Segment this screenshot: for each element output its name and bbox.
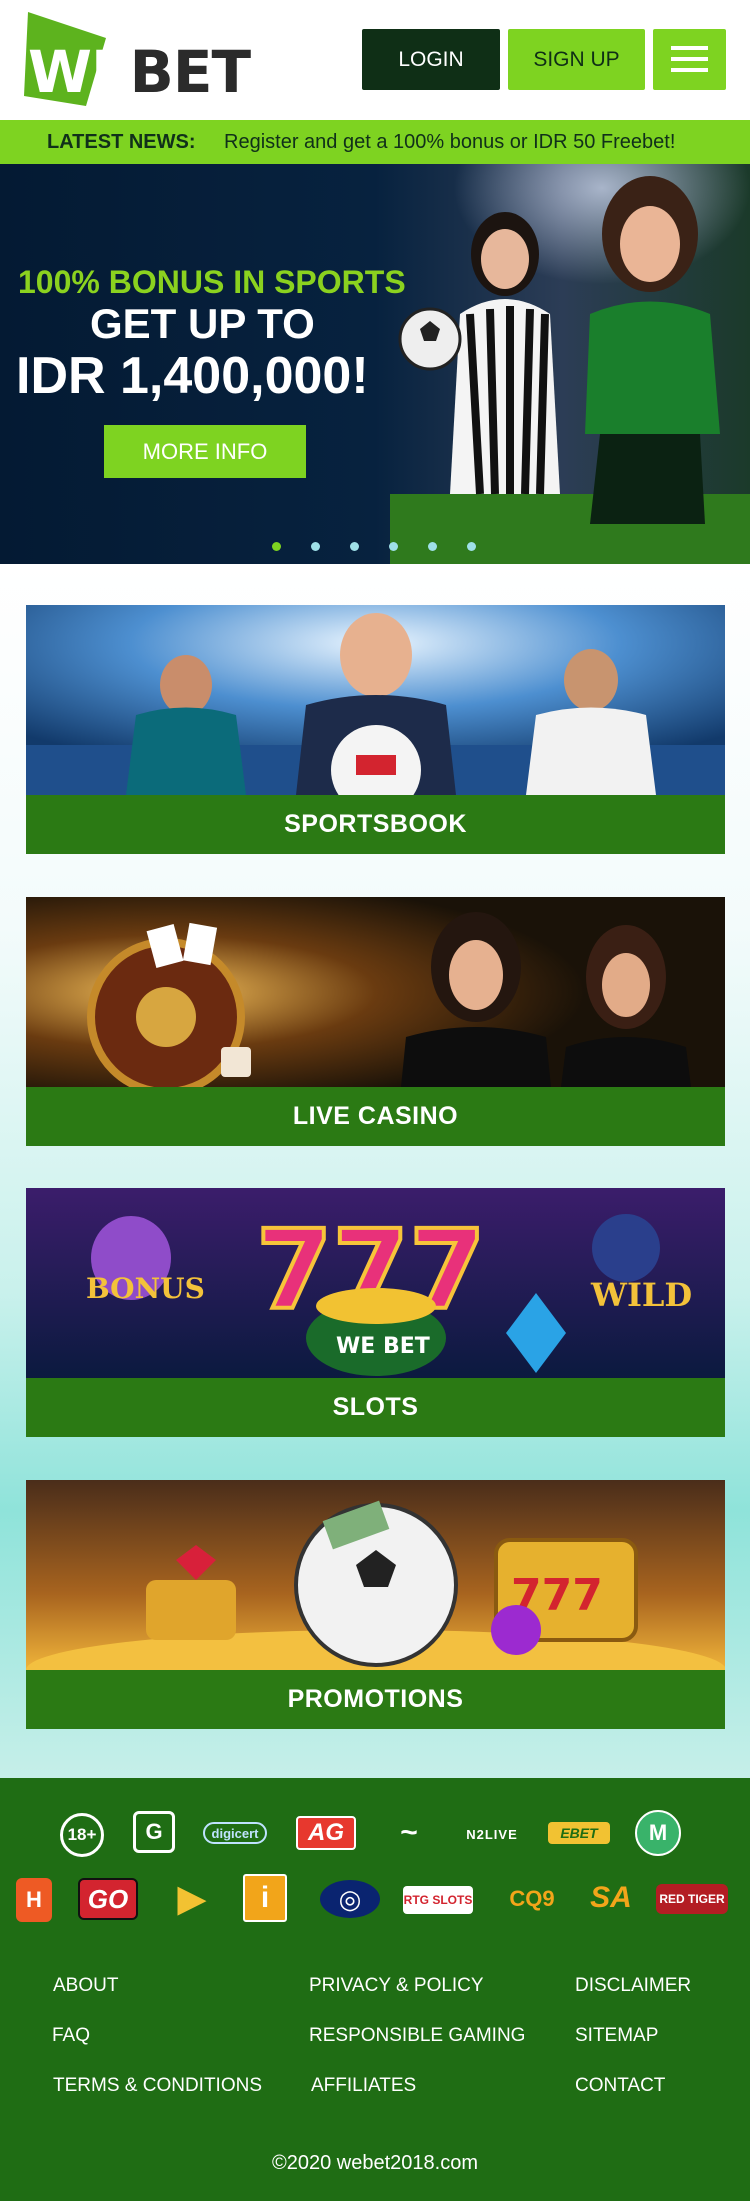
logo-bet: BET <box>129 38 251 106</box>
orbit-logo-icon: ◎ <box>320 1880 380 1918</box>
category-card-live-casino[interactable]: LIVE CASINO <box>26 897 725 1146</box>
svg-text:WILD: WILD <box>590 1276 692 1314</box>
gamcare-icon: G <box>133 1811 175 1853</box>
svg-text:BONUS: BONUS <box>86 1272 205 1305</box>
footer-link-terms[interactable]: TERMS & CONDITIONS <box>53 2075 262 2097</box>
hero-headline-getupto: GET UP TO <box>90 300 315 347</box>
category-card-sportsbook[interactable]: SPORTSBOOK <box>26 605 725 854</box>
copyright-text: ©2020 webet2018.com <box>272 2152 478 2174</box>
category-label: LIVE CASINO <box>26 1087 725 1146</box>
cq9-icon: CQ9 <box>509 1886 555 1911</box>
n2live-icon: N2LIVE <box>466 1826 518 1842</box>
category-label: SLOTS <box>26 1378 725 1437</box>
news-text[interactable]: Register and get a 100% bonus or IDR 50 … <box>224 131 675 154</box>
logo-we: WE <box>28 38 131 106</box>
svg-text:WE BET: WE BET <box>336 1334 430 1359</box>
category-label: PROMOTIONS <box>26 1670 725 1729</box>
webet-logo[interactable]: WEBET <box>20 8 251 112</box>
menu-line-icon <box>671 68 708 72</box>
hero-headline-bonus: 100% BONUS IN SPORTS <box>18 264 406 300</box>
hamburger-menu-button[interactable] <box>653 29 726 90</box>
category-section: SPORTSBOOK LIVE CASINO BONUS 777 WE BET … <box>0 564 750 1778</box>
promotions-image: 777 <box>26 1480 725 1670</box>
footer-link-affiliates[interactable]: AFFILIATES <box>311 2075 416 2097</box>
slots-image: BONUS 777 WE BET WILD <box>26 1188 725 1378</box>
category-label: SPORTSBOOK <box>26 795 725 854</box>
play-logo-icon: ▶ <box>177 1877 207 1920</box>
signup-button[interactable]: SIGN UP <box>508 29 645 90</box>
carousel-dot[interactable] <box>467 542 476 551</box>
footer-link-responsible-gaming[interactable]: RESPONSIBLE GAMING <box>309 2025 525 2047</box>
news-label: LATEST NEWS: <box>47 131 196 153</box>
sportsbook-image <box>26 605 725 795</box>
menu-line-icon <box>671 57 708 61</box>
carousel-dot[interactable] <box>350 542 359 551</box>
more-info-button[interactable]: MORE INFO <box>104 425 306 478</box>
category-card-promotions[interactable]: 777 PROMOTIONS <box>26 1480 725 1729</box>
ebet-icon: EBET <box>548 1822 610 1844</box>
hero-banner[interactable]: 100% BONUS IN SPORTS GET UP TO IDR 1,400… <box>0 164 750 564</box>
hero-headline-amount: IDR 1,400,000! <box>16 347 369 405</box>
microgaming-icon: M <box>635 1810 681 1856</box>
carousel-dot[interactable] <box>311 542 320 551</box>
dragon-logo-icon: ~ <box>400 1816 418 1849</box>
sa-gaming-icon: SA <box>590 1881 632 1914</box>
asia-gaming-icon: AG <box>296 1816 356 1850</box>
age-18-plus-icon: 18+ <box>60 1813 104 1857</box>
digicert-icon: digicert <box>203 1822 267 1844</box>
footer-link-faq[interactable]: FAQ <box>52 2025 90 2047</box>
live-casino-image <box>26 897 725 1087</box>
footer-link-sitemap[interactable]: SITEMAP <box>575 2025 658 2047</box>
login-button[interactable]: LOGIN <box>362 29 500 90</box>
footer-link-disclaimer[interactable]: DISCLAIMER <box>575 1975 691 1997</box>
menu-line-icon <box>671 46 708 50</box>
footer-link-privacy[interactable]: PRIVACY & POLICY <box>309 1975 484 1997</box>
isoftbet-icon: i <box>243 1874 287 1922</box>
rtg-slots-icon: RTG SLOTS <box>403 1886 473 1914</box>
site-header: WEBET LOGIN SIGN UP <box>0 0 750 120</box>
carousel-dot[interactable] <box>428 542 437 551</box>
habanero-icon: H <box>16 1878 52 1922</box>
latest-news-bar: LATEST NEWS: Register and get a 100% bon… <box>0 120 750 164</box>
red-tiger-icon: RED TIGER <box>656 1884 728 1914</box>
category-card-slots[interactable]: BONUS 777 WE BET WILD SLOTS <box>26 1188 725 1437</box>
footer-link-contact[interactable]: CONTACT <box>575 2075 665 2097</box>
carousel-dot[interactable] <box>272 542 281 551</box>
gameplay-go-icon: GO <box>78 1878 138 1920</box>
carousel-dots <box>272 542 492 552</box>
footer-link-about[interactable]: ABOUT <box>53 1975 118 1997</box>
carousel-dot[interactable] <box>389 542 398 551</box>
